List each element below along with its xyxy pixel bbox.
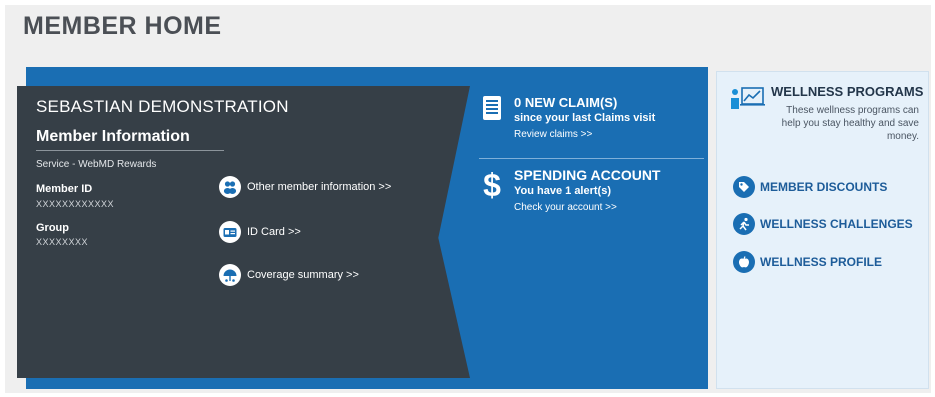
member-id-value: XXXXXXXXXXXX xyxy=(36,199,115,209)
wellness-profile-link[interactable]: WELLNESS PROFILE xyxy=(733,251,882,273)
check-account-link[interactable]: Check your account >> xyxy=(514,199,661,217)
people-icon xyxy=(219,176,241,198)
tag-icon xyxy=(733,176,755,198)
wellness-challenges-label: WELLNESS CHALLENGES xyxy=(760,217,913,231)
wellness-title: WELLNESS PROGRAMS xyxy=(771,84,924,99)
spending-subtitle: You have 1 alert(s) xyxy=(514,185,611,197)
spending-summary: $ SPENDING ACCOUNT You have 1 alert(s) C… xyxy=(478,167,661,217)
coverage-summary-link[interactable]: Coverage summary >> xyxy=(219,264,359,286)
umbrella-icon xyxy=(219,264,241,286)
member-name: SEBASTIAN DEMONSTRATION xyxy=(36,97,289,116)
dollar-icon: $ xyxy=(483,167,501,203)
claims-divider xyxy=(479,158,704,159)
wellness-chart-icon xyxy=(729,86,765,143)
member-id-label: Member ID xyxy=(36,183,93,195)
claims-summary: 0 NEW CLAIM(S) since your last Claims vi… xyxy=(478,95,655,144)
claims-subtitle: since your last Claims visit xyxy=(514,112,656,124)
member-info-heading: Member Information xyxy=(36,128,190,145)
member-discounts-link[interactable]: MEMBER DISCOUNTS xyxy=(733,176,887,198)
review-claims-link[interactable]: Review claims >> xyxy=(514,126,655,144)
spending-title: SPENDING ACCOUNT xyxy=(514,167,661,183)
other-member-info-label: Other member information >> xyxy=(247,181,392,193)
document-list-icon xyxy=(478,95,506,144)
page-title: MEMBER HOME xyxy=(23,12,222,40)
wellness-description: These wellness programs can help you sta… xyxy=(781,105,919,142)
wellness-header: WELLNESS PROGRAMS These wellness program… xyxy=(729,84,923,143)
group-value: XXXXXXXX xyxy=(36,237,89,247)
wellness-challenges-link[interactable]: WELLNESS CHALLENGES xyxy=(733,213,913,235)
service-label: Service - WebMD Rewards xyxy=(36,159,157,170)
wellness-profile-label: WELLNESS PROFILE xyxy=(760,255,883,269)
member-info-divider xyxy=(36,150,224,151)
runner-icon xyxy=(733,213,755,235)
id-card-link[interactable]: ID Card >> xyxy=(219,221,301,243)
id-card-icon xyxy=(219,221,241,243)
id-card-label: ID Card >> xyxy=(247,226,301,238)
claims-title: 0 NEW CLAIM(S) xyxy=(514,95,618,110)
other-member-info-link[interactable]: Other member information >> xyxy=(219,176,391,198)
member-discounts-label: MEMBER DISCOUNTS xyxy=(760,180,888,194)
apple-icon xyxy=(733,251,755,273)
coverage-summary-label: Coverage summary >> xyxy=(247,269,359,281)
group-label: Group xyxy=(36,222,69,234)
